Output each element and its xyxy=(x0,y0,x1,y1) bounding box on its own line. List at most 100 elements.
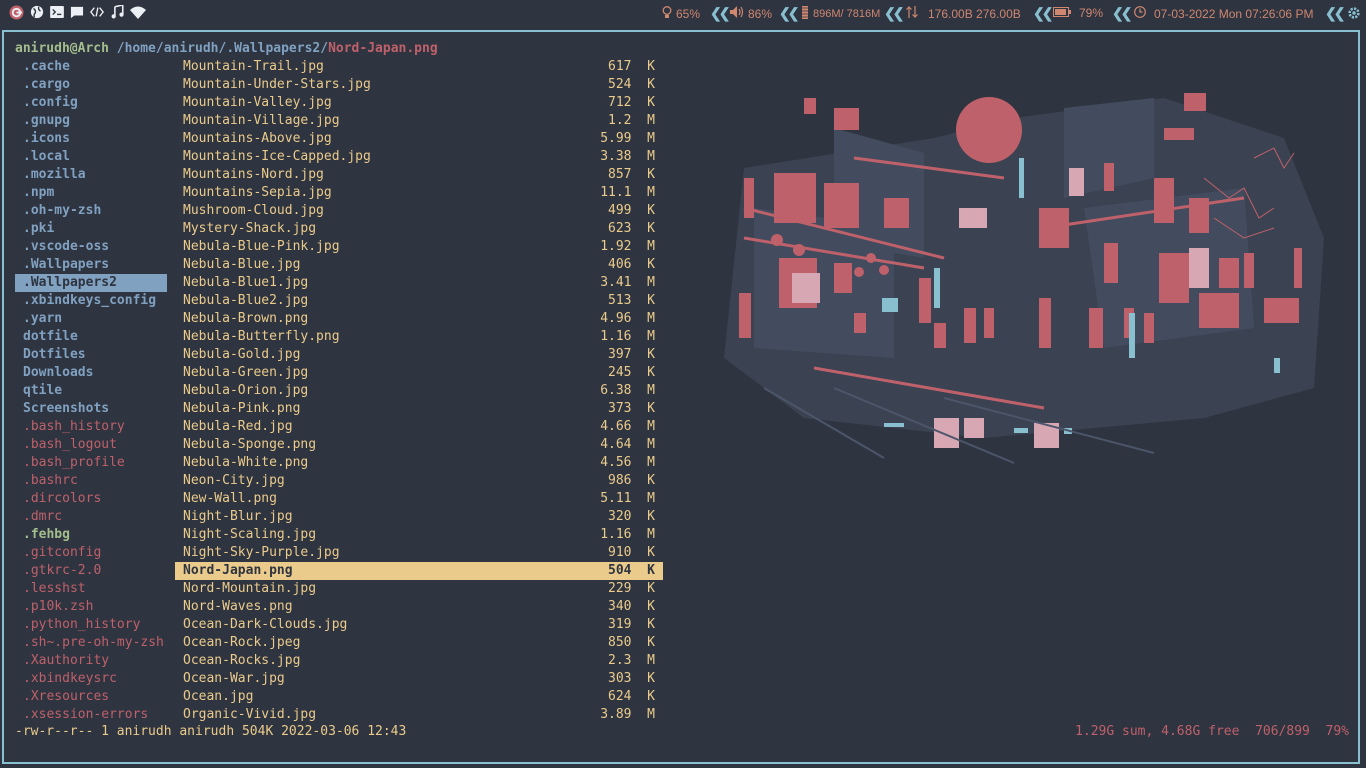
file-row[interactable]: Nebula-Blue1.jpg 3.41 M xyxy=(175,274,663,292)
parent-item[interactable]: .local xyxy=(15,148,167,166)
parent-item[interactable]: .xbindkeys_config xyxy=(15,292,167,310)
file-row[interactable]: Nebula-Blue-Pink.jpg 1.92 M xyxy=(175,238,663,256)
file-row[interactable]: Organic-Vivid.jpg 3.89 M xyxy=(175,706,663,724)
file-row[interactable]: Ocean-War.jpg 303 K xyxy=(175,670,663,688)
file-row[interactable]: Ocean.jpg 624 K xyxy=(175,688,663,706)
parent-item[interactable]: .config xyxy=(15,94,167,112)
file-row[interactable]: Mystery-Shack.jpg 623 K xyxy=(175,220,663,238)
chat-icon[interactable] xyxy=(69,4,85,20)
parent-item[interactable]: .python_history xyxy=(15,616,167,634)
battery-widget[interactable]: 79% xyxy=(1053,6,1103,20)
parent-item[interactable]: .pki xyxy=(15,220,167,238)
file-row[interactable]: Nebula-Gold.jpg 397 K xyxy=(175,346,663,364)
file-row[interactable]: New-Wall.png 5.11 M xyxy=(175,490,663,508)
file-name: New-Wall.png xyxy=(183,491,277,506)
file-row[interactable]: Mushroom-Cloud.jpg 499 K xyxy=(175,202,663,220)
parent-item[interactable]: qtile xyxy=(15,382,167,400)
parent-item[interactable]: .p10k.zsh xyxy=(15,598,167,616)
file-name: Ocean-War.jpg xyxy=(183,671,285,686)
file-row-selected[interactable]: Nord-Japan.png 504 K xyxy=(175,562,663,580)
parent-item[interactable]: Dotfiles xyxy=(15,346,167,364)
parent-item[interactable]: .cargo xyxy=(15,76,167,94)
file-row[interactable]: Mountains-Sepia.jpg 11.1 M xyxy=(175,184,663,202)
parent-item[interactable]: .gtkrc-2.0 xyxy=(15,562,167,580)
file-name: Nebula-Orion.jpg xyxy=(183,383,309,398)
parent-item[interactable]: .Xresources xyxy=(15,688,167,706)
arch-logo-icon[interactable] xyxy=(8,4,24,20)
file-size: 504 K xyxy=(608,563,655,578)
file-row[interactable]: Nord-Mountain.jpg 229 K xyxy=(175,580,663,598)
file-row[interactable]: Mountain-Trail.jpg 617 K xyxy=(175,58,663,76)
file-row[interactable]: Mountain-Valley.jpg 712 K xyxy=(175,94,663,112)
top-bar: 65% ❮❮ 86% ❮❮ 896M/ 7816M ❮❮ 176.00B 276… xyxy=(0,0,1366,26)
parent-item[interactable]: Downloads xyxy=(15,364,167,382)
parent-item[interactable]: .xbindkeysrc xyxy=(15,670,167,688)
settings-gear-icon[interactable] xyxy=(1346,5,1362,21)
brightness-widget[interactable]: 65% xyxy=(662,6,700,22)
file-row[interactable]: Nebula-Orion.jpg 6.38 M xyxy=(175,382,663,400)
parent-item[interactable]: .yarn xyxy=(15,310,167,328)
parent-item[interactable]: .icons xyxy=(15,130,167,148)
parent-item[interactable]: Screenshots xyxy=(15,400,167,418)
file-row[interactable]: Mountain-Under-Stars.jpg 524 K xyxy=(175,76,663,94)
parent-item[interactable]: .bash_logout xyxy=(15,436,167,454)
parent-item[interactable]: .Xauthority xyxy=(15,652,167,670)
parent-item[interactable]: .fehbg xyxy=(15,526,167,544)
file-size: 3.89 M xyxy=(600,707,655,722)
file-row[interactable]: Mountains-Above.jpg 5.99 M xyxy=(175,130,663,148)
parent-item[interactable]: .npm xyxy=(15,184,167,202)
file-row[interactable]: Mountain-Village.jpg 1.2 M xyxy=(175,112,663,130)
parent-item[interactable]: .gitconfig xyxy=(15,544,167,562)
wifi-icon[interactable] xyxy=(130,4,146,20)
file-row[interactable]: Ocean-Rocks.jpg 2.3 M xyxy=(175,652,663,670)
parent-item[interactable]: .xsession-errors xyxy=(15,706,167,724)
file-row[interactable]: Nebula-Sponge.png 4.64 M xyxy=(175,436,663,454)
parent-item[interactable]: .lesshst xyxy=(15,580,167,598)
memory-widget[interactable]: 896M/ 7816M xyxy=(801,6,880,22)
network-widget[interactable]: 176.00B 276.00B xyxy=(906,6,1021,21)
file-row[interactable]: Nebula-Pink.png 373 K xyxy=(175,400,663,418)
globe-icon[interactable] xyxy=(29,4,45,20)
file-row[interactable]: Nebula-Blue.jpg 406 K xyxy=(175,256,663,274)
code-icon[interactable] xyxy=(89,4,105,20)
file-row[interactable]: Nebula-Brown.png 4.96 M xyxy=(175,310,663,328)
file-row[interactable]: Ocean-Dark-Clouds.jpg 319 K xyxy=(175,616,663,634)
parent-item[interactable]: .vscode-oss xyxy=(15,238,167,256)
file-row[interactable]: Nebula-Green.jpg 245 K xyxy=(175,364,663,382)
file-row[interactable]: Neon-City.jpg 986 K xyxy=(175,472,663,490)
file-row[interactable]: Nebula-White.png 4.56 M xyxy=(175,454,663,472)
file-row[interactable]: Night-Blur.jpg 320 K xyxy=(175,508,663,526)
parent-item[interactable]: .oh-my-zsh xyxy=(15,202,167,220)
parent-item[interactable]: .cache xyxy=(15,58,167,76)
speaker-icon xyxy=(730,6,744,21)
file-size: 5.11 M xyxy=(600,491,655,506)
file-row[interactable]: Night-Scaling.jpg 1.16 M xyxy=(175,526,663,544)
file-row[interactable]: Nebula-Butterfly.png 1.16 M xyxy=(175,328,663,346)
parent-item[interactable]: .bash_profile xyxy=(15,454,167,472)
separator-chevron-icon: ❮❮ xyxy=(884,5,905,21)
clock-widget[interactable]: 07-03-2022 Mon 07:26:06 PM xyxy=(1134,6,1313,21)
file-row[interactable]: Ocean-Rock.jpeg 850 K xyxy=(175,634,663,652)
file-row[interactable]: Mountains-Nord.jpg 857 K xyxy=(175,166,663,184)
parent-item[interactable]: .bashrc xyxy=(15,472,167,490)
file-row[interactable]: Nebula-Red.jpg 4.66 M xyxy=(175,418,663,436)
file-row[interactable]: Nebula-Blue2.jpg 513 K xyxy=(175,292,663,310)
file-row[interactable]: Night-Sky-Purple.jpg 910 K xyxy=(175,544,663,562)
file-name: Nebula-Brown.png xyxy=(183,311,309,326)
parent-item[interactable]: .mozilla xyxy=(15,166,167,184)
parent-item[interactable]: .Wallpapers xyxy=(15,256,167,274)
parent-item-selected[interactable]: .Wallpapers2 xyxy=(15,274,167,292)
file-row[interactable]: Mountains-Ice-Capped.jpg 3.38 M xyxy=(175,148,663,166)
parent-item[interactable]: .dircolors xyxy=(15,490,167,508)
volume-widget[interactable]: 86% xyxy=(730,6,772,21)
file-row[interactable]: Nord-Waves.png 340 K xyxy=(175,598,663,616)
parent-item[interactable]: .bash_history xyxy=(15,418,167,436)
terminal-icon[interactable] xyxy=(49,4,65,20)
music-icon[interactable] xyxy=(109,4,125,20)
volume-value: 86% xyxy=(748,6,773,21)
parent-item[interactable]: dotfile xyxy=(15,328,167,346)
parent-item[interactable]: .dmrc xyxy=(15,508,167,526)
parent-item[interactable]: .sh~.pre-oh-my-zsh xyxy=(15,634,167,652)
parent-item[interactable]: .gnupg xyxy=(15,112,167,130)
terminal-window[interactable]: anirudh@Arch /home/anirudh/.Wallpapers2/… xyxy=(2,30,1360,764)
